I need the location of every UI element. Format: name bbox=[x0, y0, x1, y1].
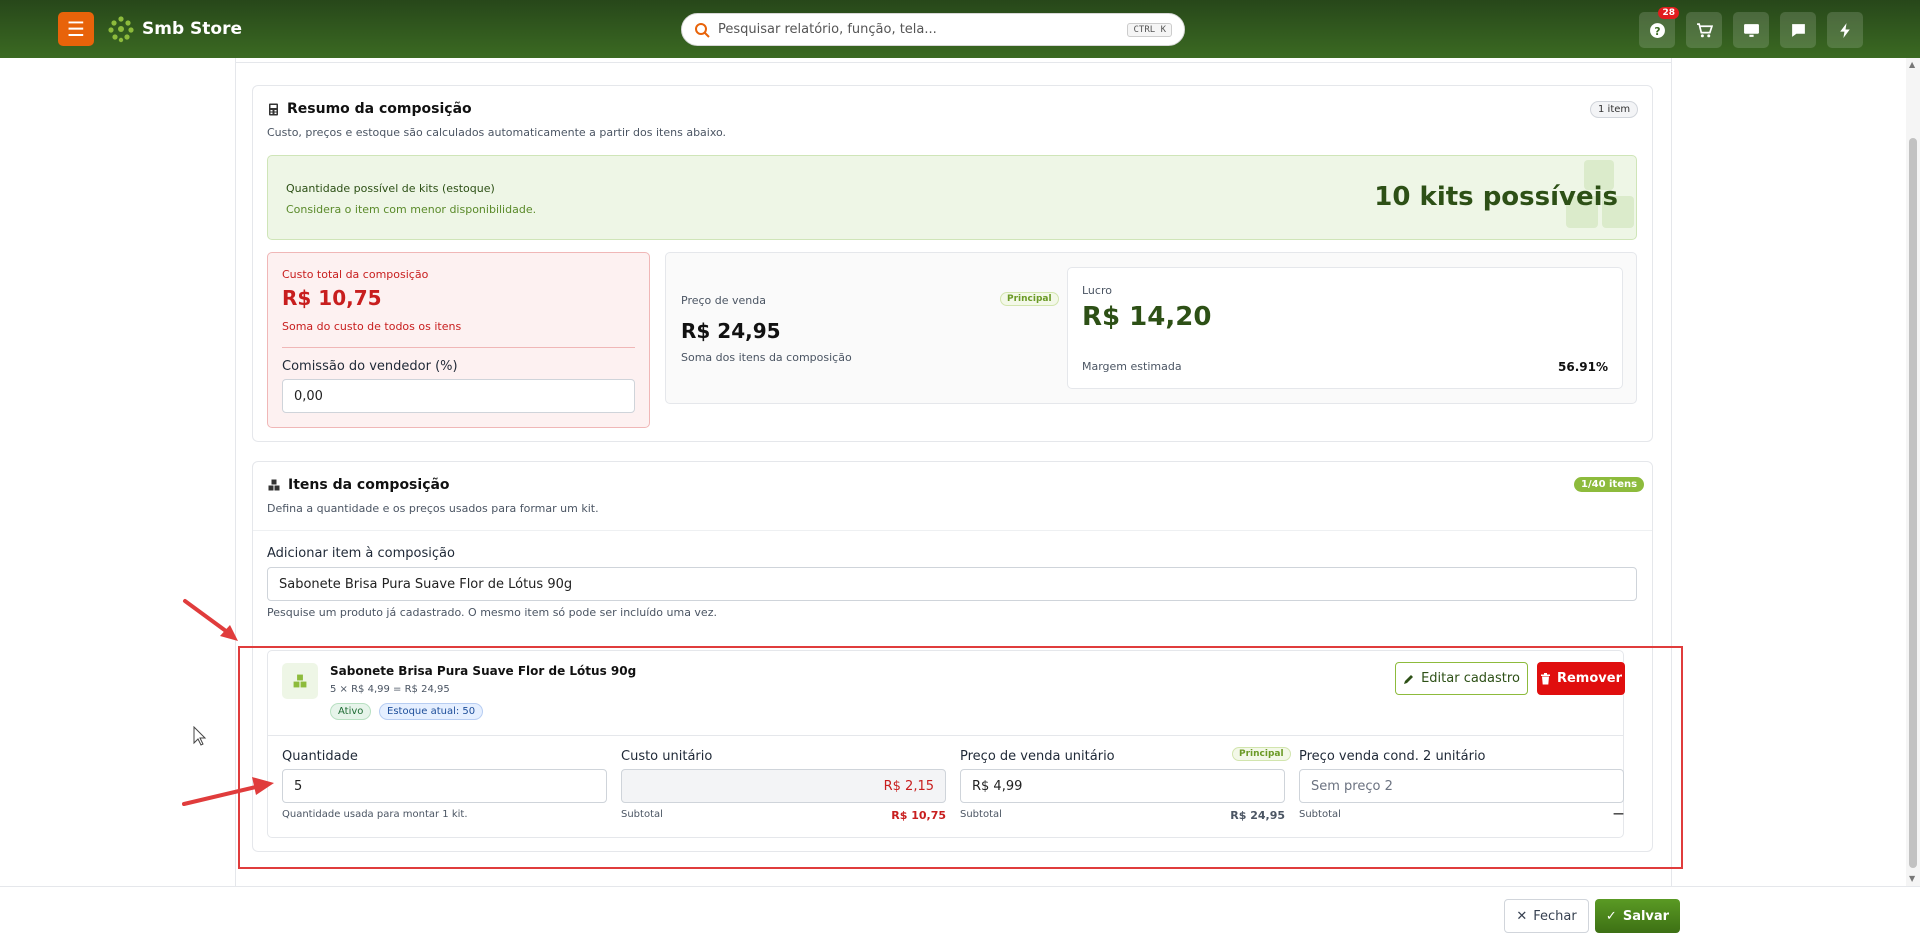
total-cost-box: Custo total da composição R$ 10,75 Soma … bbox=[267, 252, 650, 428]
commission-input[interactable]: 0,00 bbox=[282, 379, 635, 413]
margin-label: Margem estimada bbox=[1082, 360, 1182, 373]
summary-item-count: 1 item bbox=[1590, 101, 1639, 118]
top-icons: ? 28 bbox=[1639, 7, 1863, 48]
help-button[interactable]: ? 28 bbox=[1639, 7, 1679, 48]
monitor-icon bbox=[1743, 23, 1759, 37]
cost-value: R$ 10,75 bbox=[282, 286, 382, 310]
scroll-up-icon[interactable]: ▲ bbox=[1909, 60, 1915, 69]
footer-bar: ✕ Fechar ✓ Salvar bbox=[0, 886, 1920, 945]
annotation-arrow-top-icon bbox=[183, 599, 238, 641]
close-icon: ✕ bbox=[1516, 908, 1528, 924]
brand-logo-icon bbox=[108, 16, 134, 43]
add-item-label: Adicionar item à composição bbox=[267, 546, 455, 561]
svg-text:?: ? bbox=[1654, 24, 1660, 37]
kits-note: Considera o item com menor disponibilida… bbox=[286, 203, 537, 216]
global-search[interactable]: CTRL K bbox=[681, 13, 1185, 46]
margin-value: 56.91% bbox=[1558, 360, 1608, 374]
search-shortcut: CTRL K bbox=[1127, 22, 1172, 37]
hamburger-icon: ☰ bbox=[67, 17, 85, 41]
brand[interactable]: Smb Store bbox=[106, 14, 242, 44]
chat-icon bbox=[1791, 23, 1805, 37]
items-subtitle: Defina a quantidade e os preços usados p… bbox=[267, 502, 599, 515]
kits-value: 10 kits possíveis bbox=[1374, 182, 1618, 212]
cost-label: Custo total da composição bbox=[282, 268, 429, 281]
profit-value: R$ 14,20 bbox=[1082, 302, 1212, 332]
profit-label: Lucro bbox=[1082, 284, 1112, 297]
monitor-button[interactable] bbox=[1733, 12, 1769, 48]
close-button[interactable]: ✕ Fechar bbox=[1504, 899, 1589, 933]
scroll-down-icon[interactable]: ▼ bbox=[1909, 874, 1915, 883]
sale-price-value: R$ 24,95 bbox=[681, 319, 781, 343]
annotation-arrow-quantity-icon bbox=[182, 777, 274, 806]
page-scrollbar[interactable]: ▲ ▼ bbox=[1906, 58, 1920, 886]
kits-possible-box: Quantidade possível de kits (estoque) Co… bbox=[267, 155, 1637, 240]
chat-button[interactable] bbox=[1780, 12, 1816, 48]
profit-box: Lucro R$ 14,20 Margem estimada 56.91% bbox=[1067, 267, 1623, 389]
summary-title: Resumo da composição bbox=[268, 101, 472, 117]
calculator-icon bbox=[269, 103, 278, 115]
items-icon bbox=[268, 479, 280, 491]
add-item-hint: Pesquise um produto já cadastrado. O mes… bbox=[267, 606, 717, 619]
top-bar: ☰ Smb Store CTRL K ? 28 bbox=[0, 0, 1920, 58]
search-input[interactable] bbox=[718, 22, 1128, 37]
sale-price-label: Preço de venda bbox=[681, 294, 766, 307]
bolt-icon bbox=[1839, 22, 1850, 38]
commission-label: Comissão do vendedor (%) bbox=[282, 359, 458, 374]
sale-price-note: Soma dos itens da composição bbox=[681, 351, 852, 364]
annotation-highlight-box bbox=[238, 646, 1683, 869]
save-button[interactable]: ✓ Salvar bbox=[1595, 899, 1680, 933]
quick-actions-button[interactable] bbox=[1827, 12, 1863, 48]
cart-button[interactable] bbox=[1686, 12, 1722, 48]
search-icon bbox=[695, 22, 710, 38]
help-icon: ? bbox=[1649, 22, 1665, 38]
menu-button[interactable]: ☰ bbox=[58, 12, 94, 46]
cart-icon bbox=[1696, 22, 1713, 37]
items-count-badge: 1/40 itens bbox=[1574, 477, 1645, 492]
scroll-thumb[interactable] bbox=[1909, 138, 1917, 868]
kits-label: Quantidade possível de kits (estoque) bbox=[286, 182, 495, 195]
check-icon: ✓ bbox=[1605, 908, 1617, 924]
brand-name: Smb Store bbox=[142, 19, 243, 39]
cost-note: Soma do custo de todos os itens bbox=[282, 320, 462, 333]
notification-count: 28 bbox=[1658, 7, 1679, 19]
items-title: Itens da composição bbox=[268, 477, 450, 493]
price-panel: Preço de venda Principal R$ 24,95 Soma d… bbox=[665, 252, 1637, 404]
add-item-search[interactable]: Sabonete Brisa Pura Suave Flor de Lótus … bbox=[267, 567, 1637, 601]
cost-divider bbox=[282, 347, 635, 348]
mouse-cursor-icon bbox=[193, 726, 207, 746]
sale-principal-badge: Principal bbox=[1000, 292, 1059, 306]
summary-subtitle: Custo, preços e estoque são calculados a… bbox=[267, 126, 727, 139]
